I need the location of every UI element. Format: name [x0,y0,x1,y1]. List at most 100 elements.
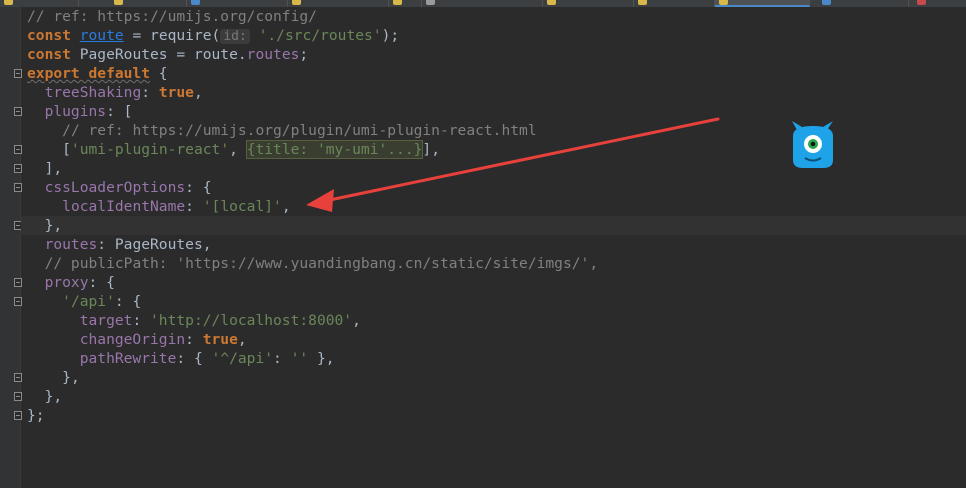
code-text: ); [381,27,400,44]
code-line-11: localIdentName: '[local]', [27,197,966,216]
string-literal: 'http://localhost:8000' [150,312,353,329]
fold-marker-icon[interactable] [14,411,22,420]
code-text: , [237,331,247,348]
property: pathRewrite [79,350,177,367]
string-literal: 'umi-plugin-react' [70,141,230,158]
code-text: = require( [123,27,221,44]
editor-tab[interactable] [110,0,187,7]
comment: // ref: https://umijs.org/config/ [27,8,317,25]
code-line-3: const PageRoutes = route.routes; [27,45,966,64]
code-line-12-current: }, [21,216,966,235]
monster-mascot-icon [792,121,833,168]
code-text: ], [422,141,440,158]
fold-marker-icon[interactable] [14,392,22,401]
editor-tab[interactable] [913,0,966,7]
code-text: , [229,141,247,158]
code-line-18: changeOrigin: true, [27,330,966,349]
string-literal: '' [290,350,309,367]
code-text: : [ [106,103,133,120]
code-editor[interactable]: // ref: https://umijs.org/config/ const … [21,7,966,425]
code-line-22: }; [27,406,966,425]
keyword: export default [27,65,151,82]
property: proxy [44,274,89,291]
editor-tab[interactable] [634,0,715,7]
editor-tab[interactable] [543,0,634,7]
identifier-link[interactable]: route [80,27,124,44]
code-text: : [273,350,291,367]
code-text: , [281,198,291,215]
fold-marker-icon[interactable] [14,373,22,382]
code-text: }, [44,217,63,234]
js-file-icon [547,0,556,5]
editor-tab[interactable] [818,0,909,7]
fold-marker-icon[interactable] [14,164,22,173]
keyword: const [27,27,71,44]
code-text: ], [44,160,63,177]
editor-gutter[interactable] [0,7,22,488]
editor-tab[interactable] [187,0,288,7]
code-text: }, [308,350,335,367]
property: plugins [44,103,107,120]
code-text: : { [185,179,212,196]
fold-marker-icon[interactable] [14,107,22,116]
code-text: }, [62,369,80,386]
js-file-icon [393,0,402,5]
fold-marker-icon[interactable] [14,183,22,192]
property: localIdentName [62,198,186,215]
comment: // publicPath: 'https://www.yuandingbang… [44,255,599,272]
folded-region[interactable]: {title: 'my-umi'...} [245,140,424,159]
code-line-14: // publicPath: 'https://www.yuandingbang… [27,254,966,273]
keyword: const [27,46,71,63]
code-line-15: proxy: { [27,273,966,292]
code-text: : { [88,274,115,291]
code-text: }; [27,407,45,424]
code-line-10: cssLoaderOptions: { [27,178,966,197]
property: routes [44,236,98,253]
code-text: : PageRoutes, [97,236,212,253]
string-literal: '[local]' [202,198,282,215]
code-text: ; [299,46,309,63]
code-line-19: pathRewrite: { '^/api': '' }, [27,349,966,368]
code-text: [ [62,141,71,158]
property: target [79,312,133,329]
parameter-hint: id: [220,29,250,44]
css-file-icon [191,0,200,5]
fold-marker-icon[interactable] [14,145,22,154]
js-file-icon [114,0,123,5]
keyword: true [158,84,194,101]
code-line-21: }, [27,387,966,406]
property: cssLoaderOptions [44,179,186,196]
fold-marker-icon[interactable] [14,297,22,306]
string-literal: '/api' [62,293,115,310]
code-line-6: plugins: [ [27,102,966,121]
editor-tab-bar [0,0,966,7]
code-line-20: }, [27,368,966,387]
code-text: : [185,198,203,215]
editor-tab[interactable] [422,0,543,7]
code-text: : { [176,350,212,367]
code-text: : [185,331,203,348]
code-text: PageRoutes = route. [70,46,247,63]
code-line-17: target: 'http://localhost:8000', [27,311,966,330]
js-file-icon [292,0,301,5]
string-literal: './src/routes' [258,27,382,44]
close-icon [917,0,926,5]
editor-tab-active[interactable] [715,0,810,7]
code-line-4: export default { [27,64,966,83]
code-line-1: // ref: https://umijs.org/config/ [27,7,966,26]
editor-tab[interactable] [0,0,79,7]
editor-tab[interactable] [288,0,389,7]
code-text: , [352,312,361,329]
comment: // ref: https://umijs.org/plugin/umi-plu… [62,122,537,139]
json-file-icon [426,0,435,5]
editor-tab[interactable] [389,0,422,7]
code-line-16: '/api': { [27,292,966,311]
fold-marker-icon[interactable] [14,278,22,287]
js-file-icon [719,0,728,5]
code-text: : { [114,293,142,310]
property: treeShaking [44,84,142,101]
fold-marker-icon[interactable] [14,69,22,78]
code-line-5: treeShaking: true, [27,83,966,102]
code-text: }, [44,388,63,405]
property: changeOrigin [79,331,186,348]
